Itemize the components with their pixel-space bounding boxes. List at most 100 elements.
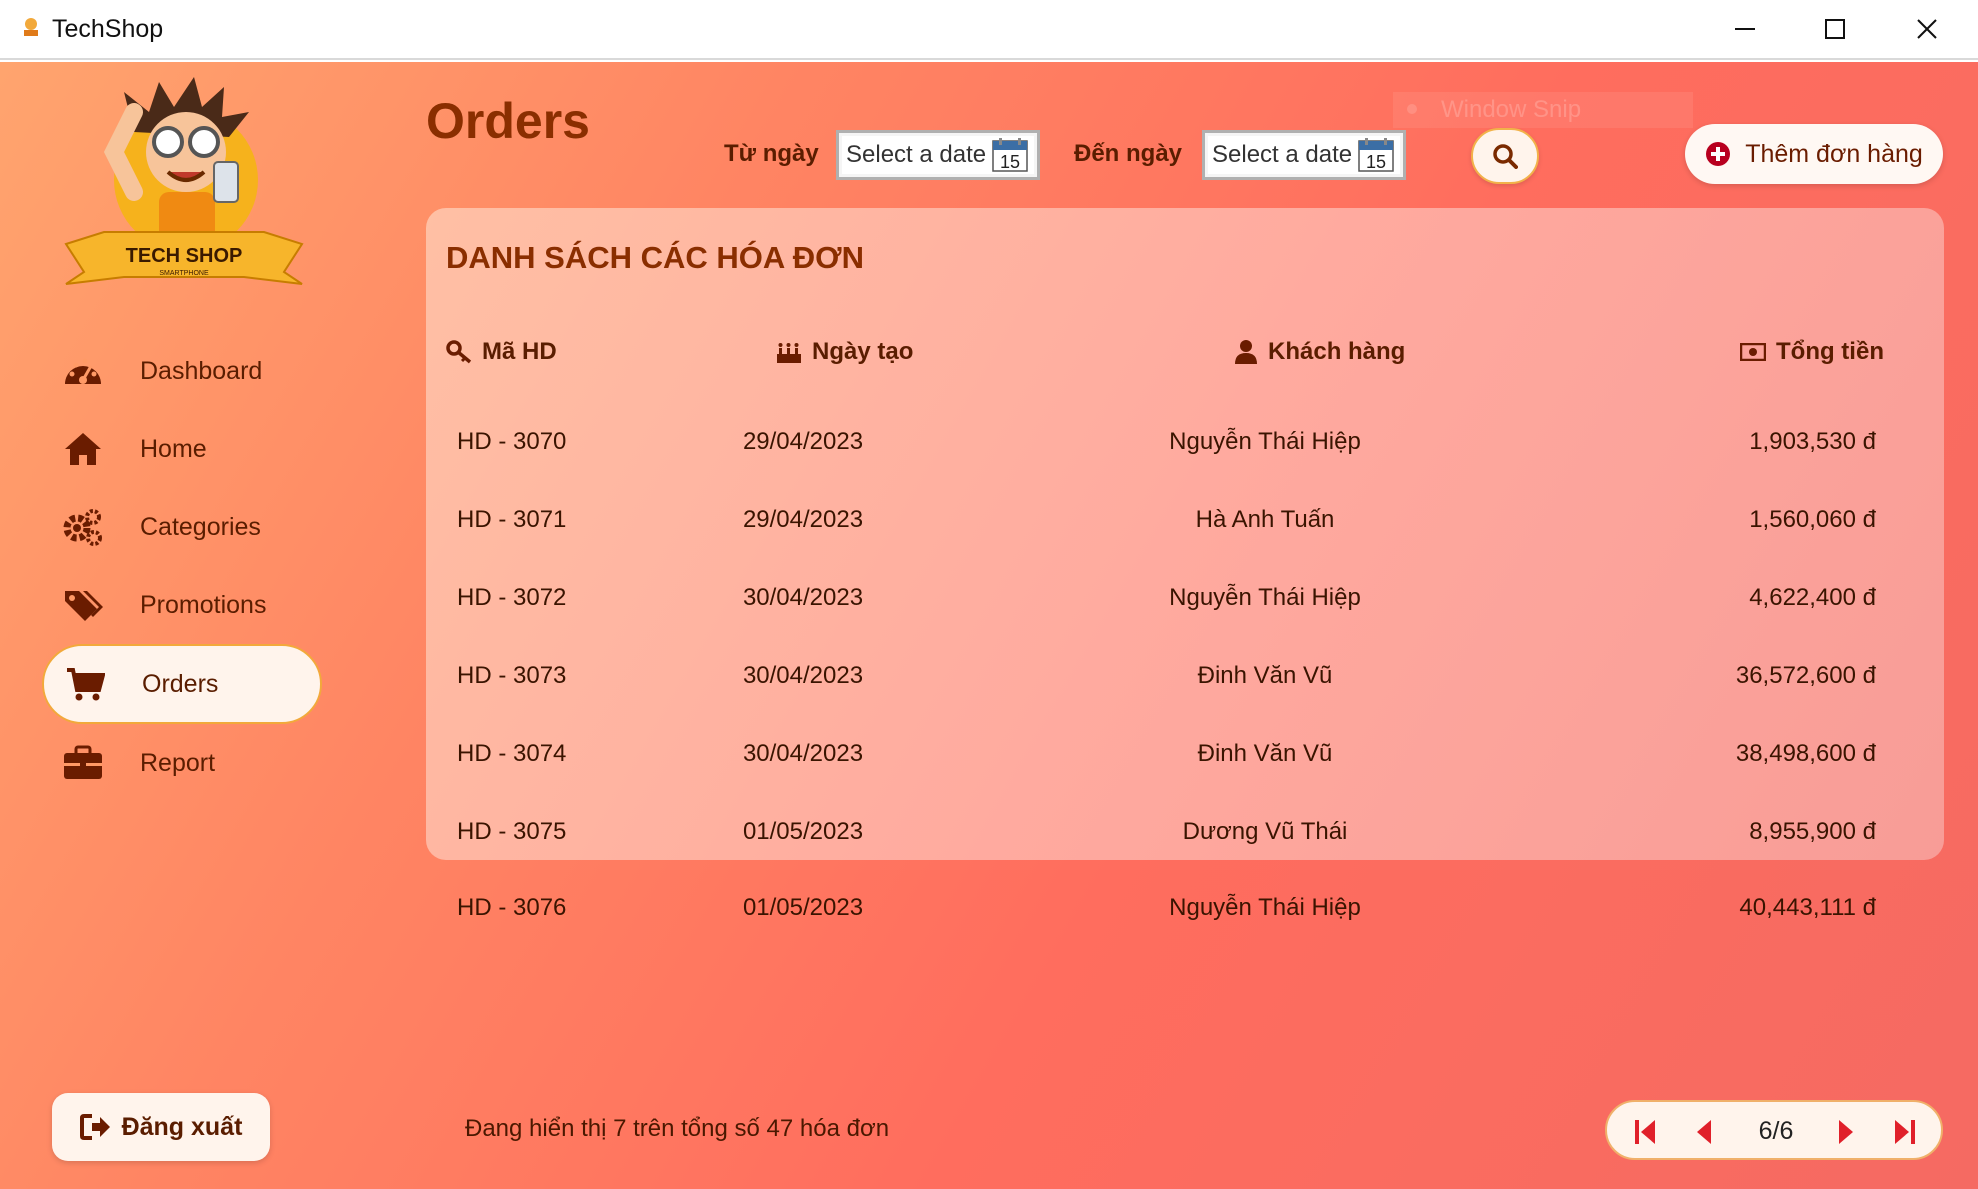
order-date: 30/04/2023 [742,584,864,611]
first-page-button[interactable] [1631,1118,1659,1146]
money-bill-icon [1740,343,1766,361]
close-icon [1917,19,1937,39]
table-row[interactable]: HD - 3076 01/05/2023 Nguyễn Thái Hiệp 40… [426,872,1944,950]
to-date-picker[interactable]: Select a date 15 [1202,130,1406,180]
svg-text:15: 15 [1366,152,1386,172]
add-order-button[interactable]: Thêm đơn hàng [1685,124,1943,184]
search-icon [1493,144,1518,169]
last-page-icon [1895,1120,1915,1144]
calendar-icon[interactable]: 15 [1358,138,1394,172]
window-snip-overlay: Window Snip [1393,92,1693,128]
sidebar-item-label: Categories [140,512,261,541]
user-icon [1235,340,1257,364]
tags-icon [60,582,106,628]
order-id: HD - 3073 [457,662,567,689]
maximize-button[interactable] [1790,0,1880,58]
order-date: 30/04/2023 [742,662,864,689]
plus-circle-icon [1706,142,1731,166]
key-icon [446,340,472,364]
calendar-icon[interactable]: 15 [992,138,1028,172]
techshop-logo: TECH SHOP SMARTPHONE [64,77,304,285]
close-button[interactable] [1882,0,1972,58]
app-icon [24,18,38,36]
column-header-id[interactable]: Mã HD [446,338,557,366]
from-date-label: Từ ngày [724,140,819,167]
order-total: 4,622,400 đ [1749,584,1876,611]
logout-button[interactable]: Đăng xuất [52,1093,270,1161]
order-total: 38,498,600 đ [1735,740,1876,767]
sidebar-item-label: Orders [142,669,219,698]
sign-out-icon [79,1114,110,1140]
sidebar-item-dashboard[interactable]: Dashboard [42,332,322,410]
snip-label: Window Snip [1441,96,1582,123]
order-total: 36,572,600 đ [1735,662,1876,689]
order-id: HD - 3074 [457,740,567,767]
svg-text:TECH SHOP: TECH SHOP [126,245,243,267]
page-title: Orders [426,93,590,149]
app-window: TECH SHOP SMARTPHONE Dashboard Home Cate… [0,62,1978,1189]
order-id: HD - 3070 [457,428,567,455]
sidebar-item-orders[interactable]: Orders [42,644,322,724]
order-date: 30/04/2023 [742,740,864,767]
table-title: DANH SÁCH CÁC HÓA ĐƠN [446,240,864,275]
order-customer: Đinh Văn Vũ [1197,662,1333,689]
next-page-icon [1839,1120,1853,1144]
maximize-icon [1825,19,1845,39]
prev-page-button[interactable] [1689,1118,1717,1146]
next-page-button[interactable] [1833,1118,1861,1146]
snip-dot-icon [1407,104,1417,114]
to-date-value: Select a date [1212,141,1353,168]
table-row[interactable]: HD - 3071 29/04/2023 Hà Anh Tuấn 1,560,0… [426,484,1944,562]
table-row[interactable]: HD - 3075 01/05/2023 Dương Vũ Thái 8,955… [426,796,1944,874]
orders-table-card: DANH SÁCH CÁC HÓA ĐƠN Mã HD Ngày tạo Khá… [426,208,1944,860]
to-date-label: Đến ngày [1074,140,1183,167]
pagination-status: Đang hiển thị 7 trên tổng số 47 hóa đơn [465,1115,890,1142]
order-customer: Nguyễn Thái Hiệp [1169,894,1361,921]
minimize-button[interactable] [1700,0,1790,58]
from-date-picker[interactable]: Select a date 15 [836,130,1040,180]
sidebar-item-label: Promotions [140,590,267,619]
order-date: 29/04/2023 [742,428,864,455]
order-date: 29/04/2023 [742,506,864,533]
order-total: 40,443,111 đ [1739,894,1876,921]
svg-text:15: 15 [1000,152,1020,172]
order-customer: Hà Anh Tuấn [1195,506,1335,533]
last-page-button[interactable] [1891,1118,1919,1146]
sidebar-item-report[interactable]: Report [42,724,322,802]
column-header-label: Ngày tạo [812,338,914,365]
column-header-customer[interactable]: Khách hàng [1234,338,1405,366]
home-icon [60,426,106,472]
order-total: 8,955,900 đ [1749,818,1876,845]
order-total: 1,903,530 đ [1749,428,1876,455]
order-date: 01/05/2023 [742,818,864,845]
order-id: HD - 3072 [457,584,567,611]
sidebar-item-label: Report [140,748,216,777]
sidebar-item-home[interactable]: Home [42,410,322,488]
page-indicator: 6/6 [1758,1117,1794,1145]
table-row[interactable]: HD - 3073 30/04/2023 Đinh Văn Vũ 36,572,… [426,640,1944,718]
search-button[interactable] [1471,128,1539,184]
sidebar-item-categories[interactable]: Categories [42,488,322,566]
order-customer: Đinh Văn Vũ [1197,740,1333,767]
sidebar-item-promotions[interactable]: Promotions [42,566,322,644]
order-id: HD - 3076 [457,894,567,921]
birthday-cake-icon [777,343,801,363]
sidebar-item-label: Dashboard [140,356,263,385]
sidebar-nav: Dashboard Home Categories Promotions Ord… [42,332,322,802]
logout-label: Đăng xuất [121,1112,243,1141]
column-header-label: Khách hàng [1268,338,1406,365]
window-title: TechShop [52,15,164,43]
first-page-icon [1635,1120,1655,1144]
column-header-date[interactable]: Ngày tạo [776,338,913,366]
column-header-label: Tổng tiền [1776,338,1884,365]
order-id: HD - 3075 [457,818,567,845]
table-row[interactable]: HD - 3072 30/04/2023 Nguyễn Thái Hiệp 4,… [426,562,1944,640]
svg-text:SMARTPHONE: SMARTPHONE [159,270,209,277]
window-titlebar: TechShop [0,0,1978,60]
pagination-control: 6/6 [1605,1100,1943,1160]
table-row[interactable]: HD - 3070 29/04/2023 Nguyễn Thái Hiệp 1,… [426,406,1944,484]
order-total: 1,560,060 đ [1749,506,1876,533]
gears-icon [60,504,106,550]
table-row[interactable]: HD - 3074 30/04/2023 Đinh Văn Vũ 38,498,… [426,718,1944,796]
column-header-total[interactable]: Tổng tiền [1740,338,1884,366]
